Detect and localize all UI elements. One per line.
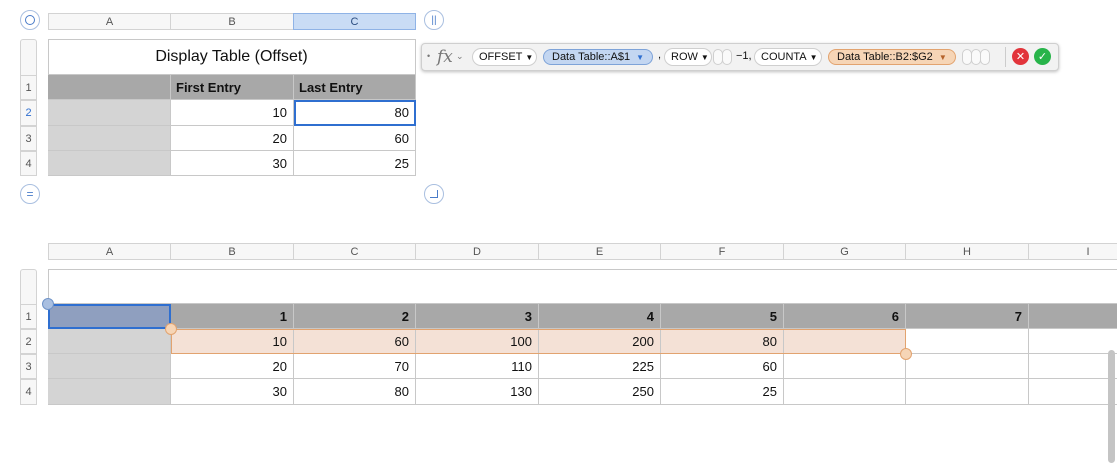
data-cell[interactable]: 25 <box>661 379 784 405</box>
dropdown-arrow-icon: ▼ <box>636 52 644 62</box>
data-cell[interactable] <box>784 379 906 405</box>
column-header-c[interactable]: C <box>293 13 416 30</box>
cell-b4[interactable]: 30 <box>171 151 294 176</box>
dropdown-arrow-icon: ▼ <box>938 52 947 62</box>
accept-button[interactable]: ✓ <box>1034 48 1051 65</box>
equals-icon: = <box>26 187 34 201</box>
header-cell[interactable]: 7 <box>906 304 1029 329</box>
minus-one-text: −1, <box>736 50 752 62</box>
data-cell[interactable]: 250 <box>539 379 661 405</box>
data-cell[interactable] <box>906 329 1029 354</box>
data-cell[interactable] <box>1029 379 1117 405</box>
chevron-down-icon[interactable]: ⌄ <box>456 51 464 62</box>
header-cell[interactable]: 6 <box>784 304 906 329</box>
data-cell[interactable] <box>1029 329 1117 354</box>
column-header-b[interactable]: B <box>170 243 294 260</box>
header-cell[interactable]: 3 <box>416 304 539 329</box>
data-cell[interactable]: 70 <box>294 354 416 379</box>
column-header-h[interactable]: H <box>905 243 1029 260</box>
reference-data-table-a1[interactable]: Data Table::A$1 ▼ <box>543 49 653 65</box>
resize-table-button[interactable] <box>424 184 444 204</box>
column-header-e[interactable]: E <box>538 243 661 260</box>
pause-icon: || <box>431 14 437 26</box>
dropdown-arrow-icon: ▼ <box>525 52 534 62</box>
row-header-4[interactable]: 4 <box>20 379 37 405</box>
column-header-a[interactable]: A <box>48 13 171 30</box>
data-cell[interactable]: 20 <box>171 354 294 379</box>
divider <box>1005 47 1006 67</box>
accept-icon: ✓ <box>1037 51 1048 63</box>
comma-separator: , <box>658 49 662 61</box>
cell-c3[interactable]: 60 <box>294 126 416 151</box>
cell-a1-referenced[interactable] <box>48 304 171 329</box>
add-column-button[interactable]: || <box>424 10 444 30</box>
column-header-f[interactable]: F <box>660 243 784 260</box>
column-header-g[interactable]: G <box>783 243 906 260</box>
header-cell[interactable]: 4 <box>539 304 661 329</box>
row-header-4[interactable]: 4 <box>20 151 37 176</box>
cell-c2-selected[interactable]: 80 <box>294 100 416 126</box>
circle-select-icon <box>25 15 35 25</box>
select-table-button[interactable] <box>20 10 40 30</box>
data-cell[interactable]: 30 <box>171 379 294 405</box>
header-cell[interactable] <box>1029 304 1117 329</box>
vertical-scrollbar[interactable] <box>1108 350 1115 463</box>
data-cell[interactable] <box>1029 354 1117 379</box>
dropdown-arrow-icon: ▼ <box>809 52 818 62</box>
offset-function-token[interactable]: OFFSET ▼ <box>472 48 537 66</box>
data-cell[interactable]: 110 <box>416 354 539 379</box>
row-header-2[interactable]: 2 <box>20 100 37 126</box>
data-cell[interactable] <box>906 379 1029 405</box>
row-header-1[interactable]: 1 <box>20 304 37 329</box>
data-cell[interactable]: 225 <box>539 354 661 379</box>
column-header-b[interactable]: B <box>170 13 294 30</box>
cell-a3[interactable] <box>48 126 171 151</box>
row-header-1[interactable]: 1 <box>20 75 37 100</box>
cell-a4[interactable] <box>48 151 171 176</box>
data-cell[interactable]: 80 <box>294 379 416 405</box>
row-label-cell[interactable] <box>48 329 171 354</box>
header-cell-a1[interactable] <box>48 75 171 100</box>
row-header-3[interactable]: 3 <box>20 354 37 379</box>
cell-a2[interactable] <box>48 100 171 126</box>
dropdown-arrow-icon: ▼ <box>700 52 709 62</box>
cell-b2[interactable]: 10 <box>171 100 294 126</box>
reference-data-table-b2-g2[interactable]: Data Table::B2:$G2 ▼ <box>828 49 956 65</box>
row-function-token[interactable]: ROW ▼ <box>664 48 712 66</box>
counta-function-token[interactable]: COUNTA ▼ <box>754 48 822 66</box>
cell-c4[interactable]: 25 <box>294 151 416 176</box>
range-handle-end[interactable] <box>900 348 912 360</box>
row-label-cell[interactable] <box>48 379 171 405</box>
column-header-a[interactable]: A <box>48 243 171 260</box>
closing-paren <box>980 49 990 65</box>
cancel-button[interactable]: ✕ <box>1012 48 1029 65</box>
row-header-2[interactable]: 2 <box>20 329 37 354</box>
header-cell-first-entry[interactable]: First Entry <box>171 75 294 100</box>
add-row-button[interactable]: = <box>20 184 40 204</box>
column-header-c[interactable]: C <box>293 243 416 260</box>
fx-icon[interactable]: fx <box>437 47 453 67</box>
row-header-3[interactable]: 3 <box>20 126 37 151</box>
header-cell[interactable]: 2 <box>294 304 416 329</box>
data-cell[interactable] <box>784 354 906 379</box>
formula-drag-handle[interactable]: • <box>427 51 430 61</box>
cancel-icon: ✕ <box>1015 51 1026 63</box>
data-cell[interactable]: 130 <box>416 379 539 405</box>
row-label-cell[interactable] <box>48 354 171 379</box>
column-header-d[interactable]: D <box>415 243 539 260</box>
corner-resize-icon <box>430 190 438 198</box>
header-cell[interactable]: 1 <box>171 304 294 329</box>
range-handle-start[interactable] <box>165 323 177 335</box>
table-title[interactable]: Display Table (Offset) <box>48 39 416 75</box>
data-table-title-area[interactable] <box>48 269 1117 304</box>
cell-b3[interactable]: 20 <box>171 126 294 151</box>
column-header-i[interactable]: I <box>1028 243 1117 260</box>
data-cell[interactable] <box>906 354 1029 379</box>
referenced-range-outline <box>171 329 906 354</box>
header-cell-last-entry[interactable]: Last Entry <box>294 75 416 100</box>
range-handle-blue[interactable] <box>42 298 54 310</box>
header-cell[interactable]: 5 <box>661 304 784 329</box>
empty-argument[interactable] <box>722 49 732 65</box>
data-cell[interactable]: 60 <box>661 354 784 379</box>
